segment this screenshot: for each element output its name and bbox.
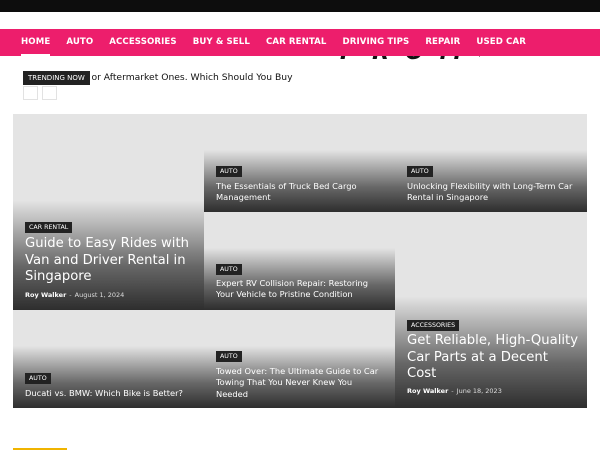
truck-bed-post[interactable]: AUTO The Essentials of Truck Bed Cargo M… bbox=[204, 114, 395, 212]
post-title[interactable]: Ducati vs. BMW: Which Bike is Better? bbox=[25, 388, 195, 399]
menu-item-accessories[interactable]: ACCESSORIES bbox=[101, 29, 184, 56]
top-bar bbox=[0, 0, 600, 12]
menu-item-home[interactable]: HOME bbox=[13, 29, 58, 56]
category-badge[interactable]: AUTO bbox=[216, 166, 242, 177]
post-author[interactable]: Roy Walker bbox=[407, 387, 448, 395]
site-logo-text: PROMO bbox=[340, 56, 480, 64]
category-badge[interactable]: AUTO bbox=[216, 264, 242, 275]
rv-repair-post[interactable]: AUTO Expert RV Collision Repair: Restori… bbox=[204, 212, 395, 310]
car-parts-post[interactable]: ACCESSORIES Get Reliable, High-Quality C… bbox=[395, 212, 587, 408]
menu-item-car-rental[interactable]: CAR RENTAL bbox=[258, 29, 335, 56]
menu-item-used-car[interactable]: USED CAR bbox=[468, 29, 534, 56]
feature-left-post[interactable]: CAR RENTAL Guide to Easy Rides with Van … bbox=[13, 114, 204, 310]
post-meta: Roy Walker - June 18, 2023 bbox=[407, 387, 502, 395]
post-date: June 18, 2023 bbox=[456, 387, 502, 395]
post-date: August 1, 2024 bbox=[74, 291, 125, 299]
category-badge[interactable]: AUTO bbox=[216, 351, 242, 362]
meta-separator: - bbox=[69, 291, 72, 299]
featured-posts-grid: CAR RENTAL Guide to Easy Rides with Van … bbox=[13, 114, 587, 408]
category-badge[interactable]: CAR RENTAL bbox=[25, 222, 73, 233]
post-title[interactable]: Guide to Easy Rides with Van and Driver … bbox=[25, 236, 195, 286]
category-badge[interactable]: AUTO bbox=[25, 373, 51, 384]
main-menu: HOME AUTO ACCESSORIES BUY & SELL CAR REN… bbox=[0, 29, 600, 56]
site-logo[interactable]: PROMO bbox=[340, 56, 480, 65]
post-title[interactable]: Towed Over: The Ultimate Guide to Car To… bbox=[216, 366, 386, 400]
ducati-bmw-post[interactable]: AUTO Ducati vs. BMW: Which Bike is Bette… bbox=[13, 310, 204, 408]
menu-item-driving-tips[interactable]: DRIVING TIPS bbox=[335, 29, 418, 56]
post-title[interactable]: Get Reliable, High-Quality Car Parts at … bbox=[407, 333, 579, 383]
post-meta: Roy Walker - August 1, 2024 bbox=[25, 291, 124, 299]
menu-item-repair[interactable]: REPAIR bbox=[417, 29, 468, 56]
post-title[interactable]: Expert RV Collision Repair: Restoring Yo… bbox=[216, 278, 386, 301]
long-term-rental-post[interactable]: AUTO Unlocking Flexibility with Long-Ter… bbox=[395, 114, 587, 212]
meta-separator: - bbox=[451, 387, 454, 395]
trending-next-button[interactable] bbox=[42, 86, 57, 100]
towing-guide-post[interactable]: AUTO Towed Over: The Ultimate Guide to C… bbox=[204, 310, 395, 408]
trending-now-label: TRENDING NOW bbox=[23, 71, 90, 85]
post-title[interactable]: Unlocking Flexibility with Long-Term Car… bbox=[407, 181, 579, 204]
trending-prev-button[interactable] bbox=[23, 86, 38, 100]
category-badge[interactable]: AUTO bbox=[407, 166, 433, 177]
post-author[interactable]: Roy Walker bbox=[25, 291, 66, 299]
category-badge[interactable]: ACCESSORIES bbox=[407, 320, 460, 331]
menu-item-buy-sell[interactable]: BUY & SELL bbox=[185, 29, 258, 56]
post-title[interactable]: The Essentials of Truck Bed Cargo Manage… bbox=[216, 181, 386, 204]
menu-item-auto[interactable]: AUTO bbox=[58, 29, 101, 56]
